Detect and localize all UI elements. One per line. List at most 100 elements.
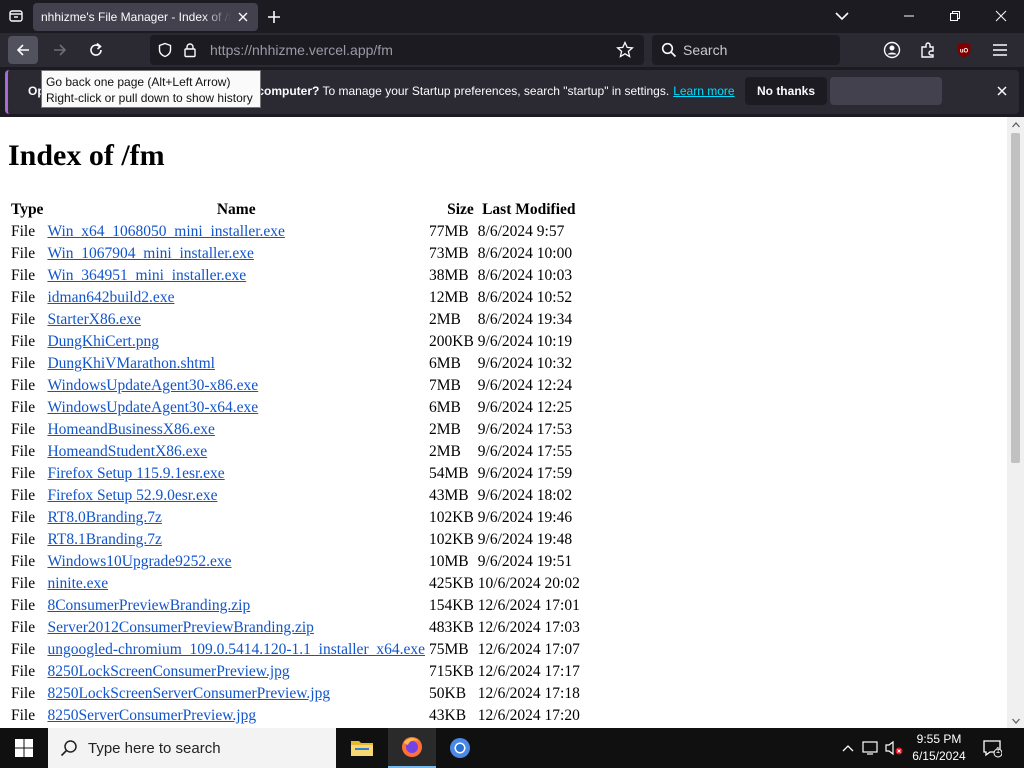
file-explorer-icon[interactable]	[338, 728, 386, 768]
scrollbar-thumb[interactable]	[1011, 133, 1020, 463]
table-row: File WindowsUpdateAgent30-x64.exe 6MB 9/6/2…	[10, 397, 581, 419]
reload-button[interactable]	[81, 36, 111, 64]
table-header-row: Type Name Size Last Modified	[10, 199, 581, 221]
address-bar[interactable]: https://nhhizme.vercel.app/fm	[150, 35, 644, 65]
url-host: https://nhhizme.vercel.app	[210, 42, 374, 58]
column-header-size: Size	[447, 201, 474, 218]
file-link[interactable]: DungKhiVMarathon.shtml	[47, 355, 214, 372]
file-type-cell: File	[11, 707, 36, 724]
notification-action-button[interactable]	[830, 77, 942, 105]
file-link[interactable]: RT8.1Branding.7z	[47, 531, 161, 548]
learn-more-link[interactable]: Learn more	[673, 84, 734, 98]
search-input[interactable]: Search	[652, 35, 840, 65]
file-type-cell: File	[11, 465, 36, 482]
notification-count: 1	[995, 746, 1001, 755]
taskbar-search-icon	[60, 739, 78, 762]
file-link[interactable]: Windows10Upgrade9252.exe	[47, 553, 231, 570]
no-thanks-button[interactable]: No thanks	[745, 77, 827, 105]
file-size-cell: 715KB	[429, 663, 474, 680]
table-row: File 8250LockScreenServerConsumerPreview.…	[10, 683, 581, 705]
file-link[interactable]: Firefox Setup 52.9.0esr.exe	[47, 487, 217, 504]
file-name-cell: RT8.1Branding.7z	[46, 529, 426, 551]
chromium-taskbar-icon[interactable]	[436, 728, 484, 768]
file-link[interactable]: Firefox Setup 115.9.1esr.exe	[47, 465, 224, 482]
file-size-cell: 6MB	[429, 399, 461, 416]
file-link[interactable]: 8250ServerConsumerPreview.jpg	[47, 707, 256, 724]
table-row: File WindowsUpdateAgent30-x86.exe 7MB 9/6/2…	[10, 375, 581, 397]
tab-close-icon[interactable]	[236, 10, 250, 24]
lock-icon[interactable]	[182, 42, 198, 63]
file-name-cell: WindowsUpdateAgent30-x64.exe	[46, 397, 426, 419]
network-icon[interactable]	[861, 738, 881, 758]
file-name-cell: Win_x64_1068050_mini_installer.exe	[46, 221, 426, 243]
taskbar-search-input[interactable]: Type here to search	[48, 728, 336, 768]
file-type-cell: File	[11, 685, 36, 702]
start-button[interactable]	[0, 728, 48, 768]
close-window-icon[interactable]	[978, 0, 1024, 32]
minimize-icon[interactable]	[886, 0, 932, 32]
file-size-cell: 154KB	[429, 597, 474, 614]
show-hidden-icons-icon[interactable]	[838, 738, 858, 758]
search-icon	[661, 42, 677, 63]
vertical-scrollbar[interactable]	[1007, 117, 1024, 728]
file-link[interactable]: idman642build2.exe	[47, 289, 174, 306]
windows-taskbar: Type here to search 9:55 PM 6/15/2024 1	[0, 728, 1024, 768]
file-link[interactable]: RT8.0Branding.7z	[47, 509, 161, 526]
file-link[interactable]: HomeandBusinessX86.exe	[47, 421, 214, 438]
scroll-down-icon[interactable]	[1007, 713, 1024, 728]
firefox-taskbar-icon[interactable]	[388, 728, 436, 768]
file-name-cell: idman642build2.exe	[46, 287, 426, 309]
file-link[interactable]: WindowsUpdateAgent30-x64.exe	[47, 399, 258, 416]
scroll-up-icon[interactable]	[1007, 117, 1024, 132]
file-type-cell: File	[11, 267, 36, 284]
table-row: File HomeandStudentX86.exe 2MB 9/6/2024 17:…	[10, 441, 581, 463]
firefox-view-icon[interactable]	[4, 4, 28, 28]
file-link[interactable]: 8ConsumerPreviewBranding.zip	[47, 597, 250, 614]
file-link[interactable]: Win_1067904_mini_installer.exe	[47, 245, 253, 262]
menu-icon[interactable]	[988, 38, 1012, 62]
tab-active[interactable]: nhhizme's File Manager - Index of /fm	[33, 3, 258, 31]
action-center-icon[interactable]: 1	[982, 738, 1002, 758]
restore-icon[interactable]	[932, 0, 978, 32]
bookmark-star-icon[interactable]	[616, 40, 634, 64]
system-clock[interactable]: 9:55 PM 6/15/2024	[902, 731, 976, 765]
file-modified-cell: 12/6/2024 17:17	[477, 663, 580, 680]
file-modified-cell: 12/6/2024 17:03	[477, 619, 580, 636]
ublock-icon[interactable]: uO	[952, 38, 976, 62]
file-link[interactable]: StarterX86.exe	[47, 311, 140, 328]
file-link[interactable]: ungoogled-chromium_109.0.5414.120-1.1_in…	[47, 641, 425, 658]
table-row: File ungoogled-chromium_109.0.5414.120-1.…	[10, 639, 581, 661]
file-modified-cell: 9/6/2024 10:32	[477, 355, 573, 372]
column-header-name: Name	[216, 201, 256, 218]
file-link[interactable]: Server2012ConsumerPreviewBranding.zip	[47, 619, 313, 636]
forward-button[interactable]	[45, 36, 75, 64]
list-all-tabs-icon[interactable]	[831, 5, 853, 27]
file-link[interactable]: HomeandStudentX86.exe	[47, 443, 207, 460]
file-link[interactable]: Win_364951_mini_installer.exe	[47, 267, 246, 284]
table-row: File ninite.exe 425KB 10/6/2024 20:02	[10, 573, 581, 595]
file-type-cell: File	[11, 355, 36, 372]
file-link[interactable]: DungKhiCert.png	[47, 333, 159, 350]
extensions-icon[interactable]	[916, 38, 940, 62]
table-row: File HomeandBusinessX86.exe 2MB 9/6/2024 17…	[10, 419, 581, 441]
back-button[interactable]	[8, 36, 38, 64]
volume-muted-icon[interactable]	[884, 738, 904, 758]
file-link[interactable]: Win_x64_1068050_mini_installer.exe	[47, 223, 284, 240]
file-type-cell: File	[11, 443, 36, 460]
url-text[interactable]: https://nhhizme.vercel.app/fm	[210, 42, 393, 58]
file-type-cell: File	[11, 641, 36, 658]
file-type-cell: File	[11, 289, 36, 306]
close-notification-icon[interactable]	[993, 82, 1011, 100]
file-link[interactable]: 8250LockScreenConsumerPreview.jpg	[47, 663, 289, 680]
file-link[interactable]: 8250LockScreenServerConsumerPreview.jpg	[47, 685, 330, 702]
account-icon[interactable]	[880, 38, 904, 62]
shield-icon[interactable]	[157, 42, 173, 63]
file-type-cell: File	[11, 311, 36, 328]
file-link[interactable]: ninite.exe	[47, 575, 108, 592]
file-modified-cell: 9/6/2024 18:02	[477, 487, 573, 504]
page-title: Index of /fm	[8, 139, 165, 172]
new-tab-icon[interactable]	[262, 5, 286, 29]
file-size-cell: 54MB	[429, 465, 469, 482]
file-link[interactable]: WindowsUpdateAgent30-x86.exe	[47, 377, 258, 394]
table-row: File Win_1067904_mini_installer.exe 73MB 8/…	[10, 243, 581, 265]
